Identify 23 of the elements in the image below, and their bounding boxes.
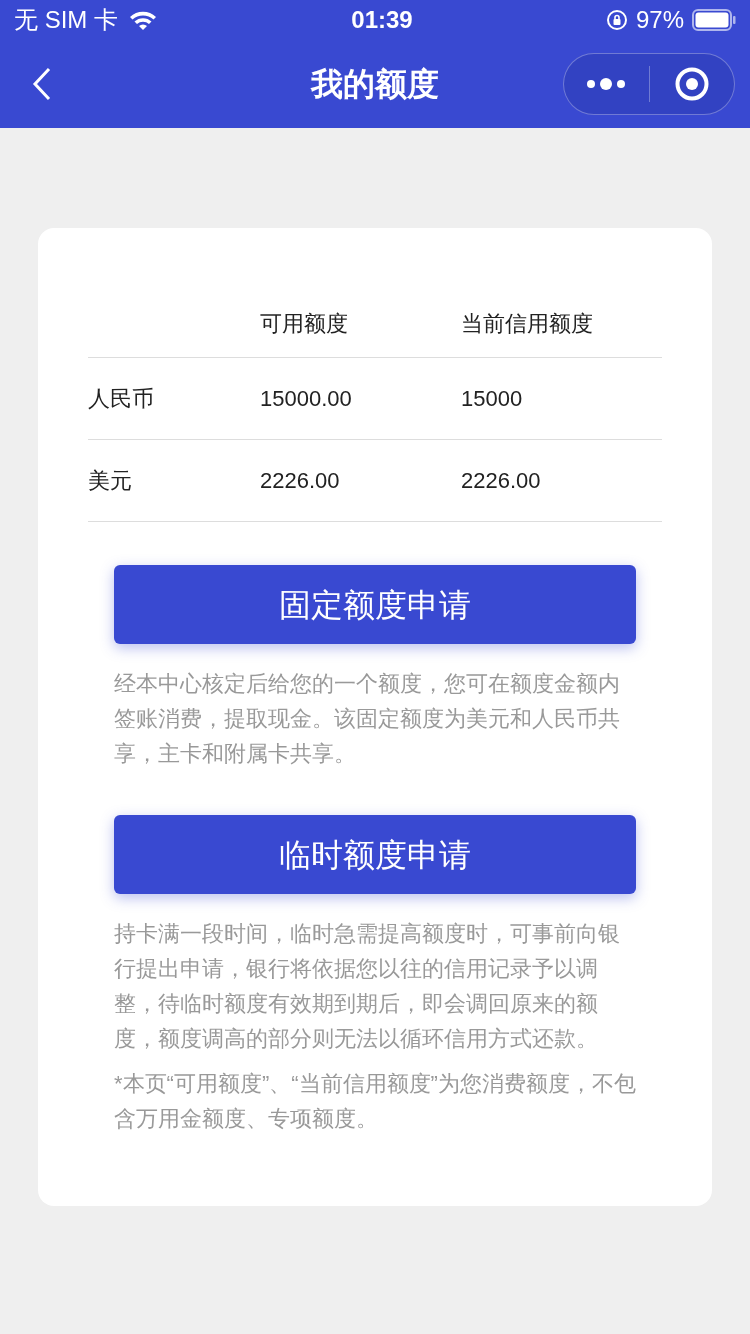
column-header: 当前信用额度 [461, 310, 593, 338]
rotation-lock-icon [605, 9, 628, 31]
back-icon[interactable] [32, 66, 52, 102]
footnote-text: *本页“可用额度”、“当前信用额度”为您消费额度，不包含万用金额度、专项额度。 [114, 1070, 636, 1133]
wifi-icon [128, 9, 158, 31]
more-icon[interactable] [586, 78, 627, 90]
battery-icon [692, 9, 736, 31]
carrier-text: 无 SIM 卡 [14, 5, 118, 35]
battery-text: 97% [635, 5, 684, 35]
page-title: 我的额度 [311, 65, 439, 104]
apply-button[interactable]: 临时额度申请 [114, 815, 636, 894]
apply-button[interactable]: 固定额度申请 [114, 565, 636, 644]
currency-cell-text: 人民币 [88, 385, 155, 413]
description-text: 经本中心核定后给您的一个额度，您可在额度金额内签账消费，提取现金。该固定额度为美元和人民币共享，主卡和附属卡共享。 [114, 670, 621, 768]
time-text: 01:39 [351, 5, 413, 35]
description-text: 持卡满一段时间，临时急需提高额度时，可事前向银行提出申请，银行将依据您以往的信用记录予以调整，待临时额度有效期到期后，即会调回原来的额度，额度调高的部分则无法以循环信用方式还款。 [114, 920, 621, 1053]
table-cell-text: 15000.00 [260, 385, 353, 413]
table-cell-text: 15000 [461, 385, 523, 413]
table-cell-text: 2226.00 [260, 467, 341, 495]
close-icon[interactable] [674, 67, 709, 101]
currency-cell-text: 美元 [88, 467, 133, 495]
table-cell-text: 2226.00 [461, 467, 541, 495]
column-header: 可用额度 [260, 310, 349, 338]
